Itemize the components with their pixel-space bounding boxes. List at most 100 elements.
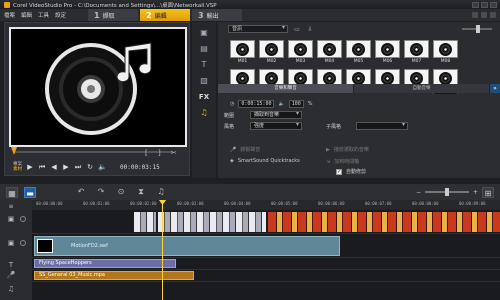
undo-icon[interactable]: [481, 12, 487, 18]
maximize-button[interactable]: [481, 1, 488, 8]
speaker-icon: ♪: [288, 40, 313, 58]
subtype-select[interactable]: [356, 122, 408, 130]
folder-icon[interactable]: ▭: [293, 26, 301, 33]
title-clip[interactable]: Flying SpaceHoppers: [34, 259, 176, 268]
range-label: 範圍: [224, 112, 235, 119]
timeline-view-icon[interactable]: ▬: [24, 186, 36, 198]
video-clip[interactable]: [158, 212, 266, 232]
timeline-zoom-slider[interactable]: [424, 188, 469, 196]
undo-icon[interactable]: ↶: [76, 187, 86, 197]
title-bar: Corel VideoStudio Pro - C:\Documents and…: [0, 0, 500, 9]
music-thumbnail[interactable]: ♪ M04: [317, 40, 342, 66]
smartsound-label[interactable]: SmartSound Quicktracks: [238, 158, 300, 164]
scrubber-handle-icon[interactable]: [11, 147, 17, 155]
storyboard-view-icon[interactable]: ▦: [6, 186, 18, 198]
duration-input[interactable]: 0:00:15:00: [238, 100, 275, 108]
music-thumbnail[interactable]: ♪ M06: [375, 40, 400, 66]
music-thumbnail[interactable]: ♪ M02: [259, 40, 284, 66]
menu-edit[interactable]: 編輯: [21, 11, 32, 19]
record-voice-icon: 🎤: [230, 146, 237, 153]
timeline-ruler[interactable]: 00:00:00:00 00:00:01:00 00:00:02:00 00:00:0…: [32, 200, 500, 210]
music-thumbnail[interactable]: ♪ M08: [433, 40, 458, 66]
redo-icon[interactable]: [490, 12, 496, 18]
home-icon[interactable]: ⏮: [38, 163, 46, 171]
play-mode-toggle[interactable]: 專案 素材: [13, 162, 22, 172]
timeline-playhead[interactable]: [162, 200, 163, 300]
volume-input[interactable]: 100: [288, 100, 304, 108]
play-selected-icon: ▶: [326, 146, 330, 153]
thumbnail-label: M06: [382, 59, 393, 64]
step-capture-tab[interactable]: 1 擷取: [88, 9, 138, 21]
fit-project-icon[interactable]: ⊞: [482, 186, 494, 198]
thumbnail-label: M08: [440, 59, 451, 64]
ruler-tick-label: 00:00:04:00: [224, 201, 251, 206]
redo-icon[interactable]: ↷: [96, 187, 106, 197]
music-thumbnail[interactable]: ♪ M07: [404, 40, 429, 66]
tab-auto-music[interactable]: 自動音樂: [354, 84, 490, 93]
auto-trim-label: 自動修剪: [346, 169, 367, 175]
add-to-timeline-label[interactable]: 加到時間軸: [334, 158, 359, 165]
video-clip[interactable]: [134, 212, 156, 232]
trim-markers[interactable]: [ ] ✂: [145, 149, 181, 157]
menu-tools[interactable]: 工具: [38, 11, 49, 19]
record-voice-label[interactable]: 錄製聲音: [240, 146, 260, 153]
menu-settings[interactable]: 設定: [55, 11, 66, 19]
menu-bar: 檔案 編輯 工具 設定 1 擷取 2 編輯 3 輸出: [0, 9, 500, 21]
media-icon[interactable]: ▣: [198, 28, 210, 38]
thumbnail-size-slider[interactable]: [462, 25, 492, 33]
auto-music-icon[interactable]: ♫: [156, 187, 166, 197]
record-capture-icon[interactable]: ⊙: [116, 187, 126, 197]
expand-options-icon[interactable]: »: [490, 84, 500, 93]
graphic-icon[interactable]: ▧: [198, 76, 210, 86]
next-frame-icon[interactable]: ▶: [62, 163, 70, 171]
music-clip[interactable]: SS_General 03_Music.mpa: [34, 271, 194, 280]
speaker-icon: ♪: [433, 40, 458, 58]
audio-icon[interactable]: ♫: [198, 108, 210, 118]
minimize-button[interactable]: [472, 1, 479, 8]
thumbnail-label: M04: [324, 59, 335, 64]
track-manager-icon[interactable]: ≡: [6, 202, 16, 212]
instant-project-icon[interactable]: ▤: [198, 44, 210, 54]
auto-trim-checkbox[interactable]: ✓: [336, 168, 342, 175]
import-icon[interactable]: ⇩: [306, 26, 314, 33]
video-clip[interactable]: [268, 212, 500, 232]
play-icon[interactable]: ▶: [26, 163, 34, 171]
add-to-timeline-icon: ⇲: [326, 158, 331, 165]
range-select[interactable]: 擷取到音樂: [250, 111, 302, 119]
speaker-icon: ♪: [375, 40, 400, 58]
tab-music-and-voice[interactable]: 音樂和聲音: [218, 84, 354, 93]
step-share-tab[interactable]: 3 輸出: [192, 9, 242, 21]
save-icon[interactable]: [472, 12, 478, 18]
library-category-select[interactable]: 音訊: [228, 25, 288, 33]
ruler-tick-label: 00:00:07:00: [365, 201, 392, 206]
zoom-out-icon[interactable]: −: [416, 189, 421, 196]
repeat-icon[interactable]: ↻: [86, 163, 94, 171]
menu-icons: [472, 12, 496, 18]
prev-frame-icon[interactable]: ◀: [50, 163, 58, 171]
music-thumbnail[interactable]: ♪ M05: [346, 40, 371, 66]
filter-fx-icon[interactable]: FX: [198, 92, 210, 102]
zoom-in-icon[interactable]: +: [473, 189, 478, 196]
title-icon[interactable]: T: [198, 60, 210, 70]
overlay-clip[interactable]: MotionFD2.swf: [34, 236, 340, 256]
music-thumbnail[interactable]: ♪ M03: [288, 40, 313, 66]
play-selected-label[interactable]: 播放選取的音樂: [334, 146, 369, 153]
sound-mixer-icon[interactable]: ⧗: [136, 187, 146, 197]
preview-player: [ ] ✂ 專案 素材 ▶ ⏮ ◀ ▶ ⏭ ↻ 🔈 00:00:03:15: [4, 22, 190, 176]
video-track-eye-icon[interactable]: [20, 216, 26, 222]
step-edit-tab[interactable]: 2 編輯: [140, 9, 190, 21]
overlay-track-eye-icon[interactable]: [20, 240, 26, 246]
ruler-tick-label: 00:00:08:00: [412, 201, 439, 206]
thumbnail-label: M03: [295, 59, 306, 64]
timecode-display[interactable]: 00:00:03:15: [120, 164, 160, 171]
close-button[interactable]: [490, 1, 497, 8]
audio-options-tabs: 音樂和聲音 自動音樂 »: [218, 84, 500, 93]
menu-file[interactable]: 檔案: [4, 11, 15, 19]
volume-icon[interactable]: 🔈: [98, 163, 107, 171]
music-track: SS_General 03_Music.mpa: [32, 270, 500, 282]
music-thumbnail[interactable]: ♪ M01: [230, 40, 255, 66]
end-icon[interactable]: ⏭: [74, 163, 82, 171]
window-title: Corel VideoStudio Pro - C:\Documents and…: [13, 2, 217, 9]
style-select[interactable]: 強度: [250, 122, 302, 130]
thumbnail-label: M02: [266, 59, 277, 64]
